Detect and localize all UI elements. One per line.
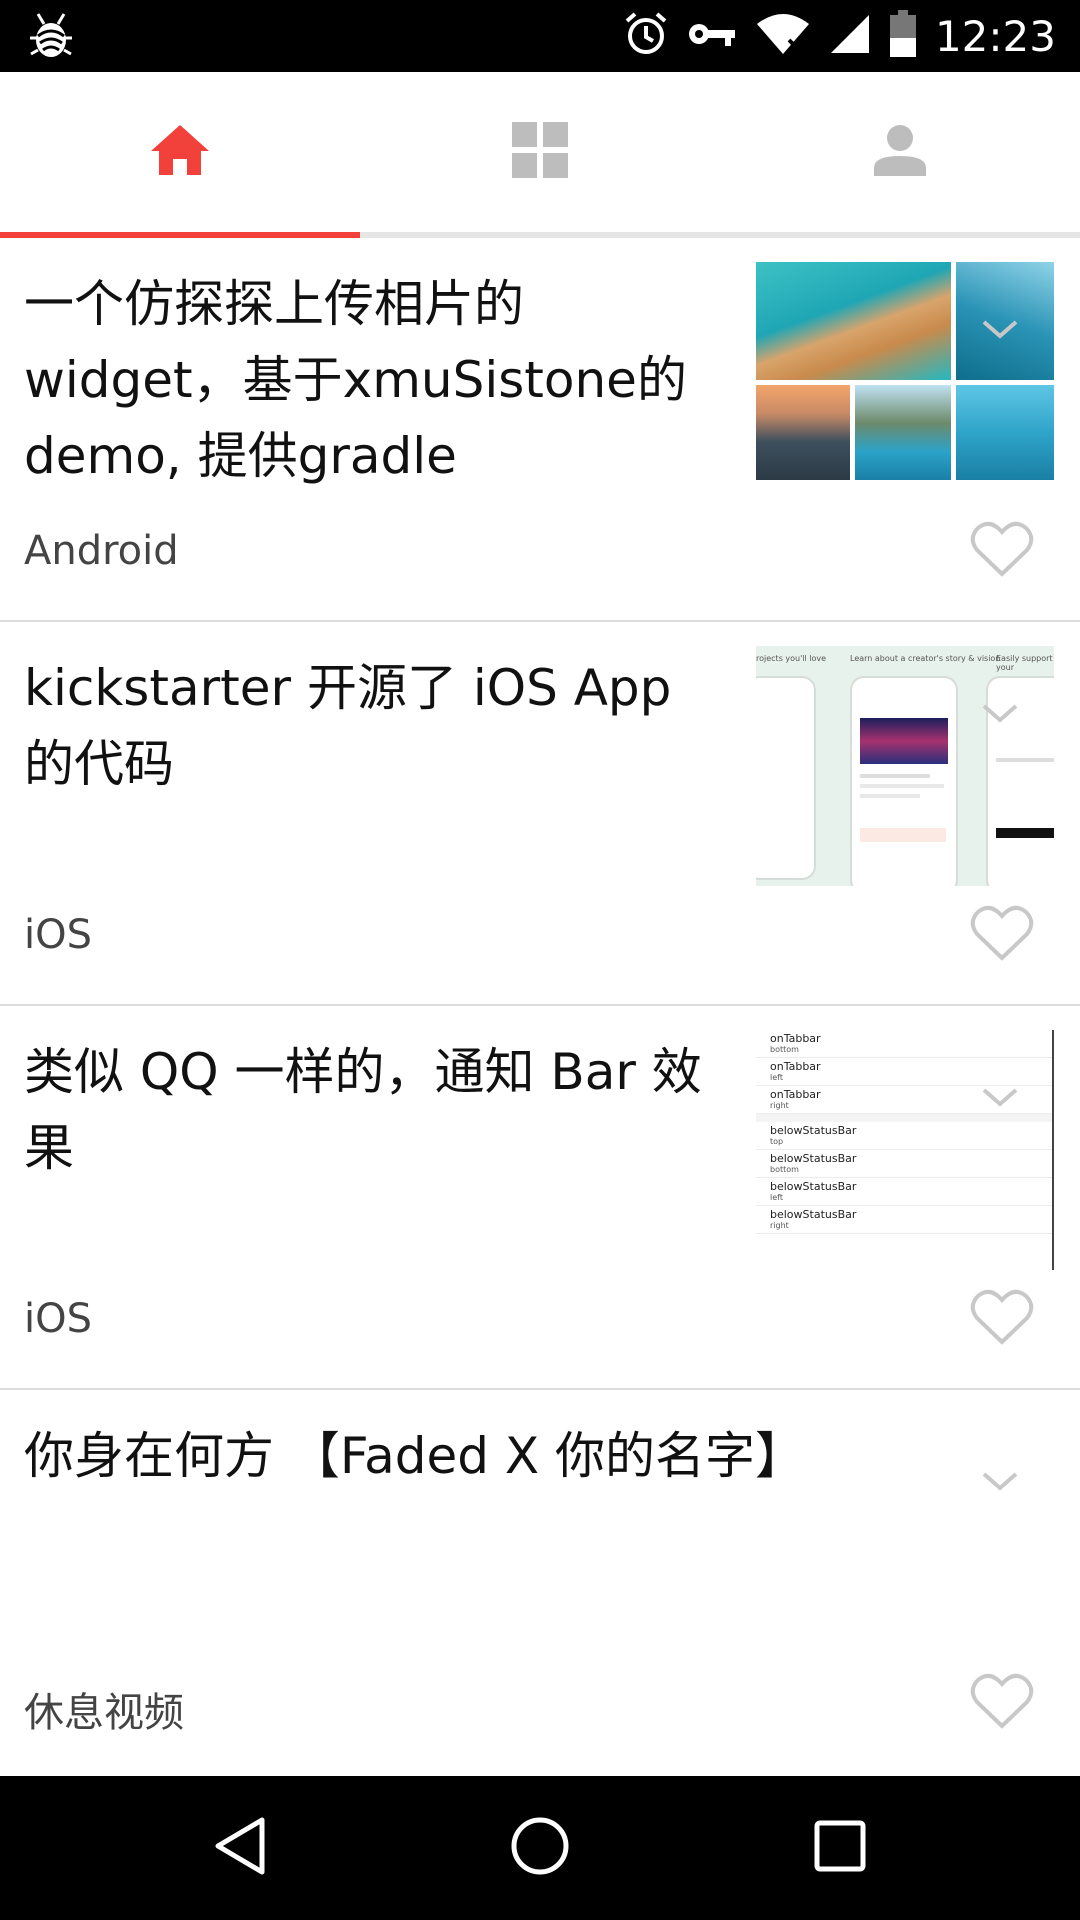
settings-row-label: belowStatusBar <box>770 1152 857 1165</box>
list-item[interactable]: kickstarter 开源了 iOS App 的代码 rojects you'… <box>0 622 1080 1006</box>
item-thumbnail[interactable]: rojects you'll love Learn about a creato… <box>756 646 1054 886</box>
recents-icon <box>814 1820 866 1876</box>
chevron-down-icon[interactable] <box>980 702 1020 730</box>
settings-row-label: onTabbar <box>770 1032 821 1045</box>
item-category: iOS <box>24 912 92 958</box>
chevron-down-icon[interactable] <box>980 318 1020 346</box>
item-title[interactable]: 类似 QQ 一样的，通知 Bar 效果 <box>24 1034 724 1186</box>
item-title[interactable]: kickstarter 开源了 iOS App 的代码 <box>24 650 724 802</box>
settings-row-sub: right <box>770 1221 789 1230</box>
screen-caption: Easily support your <box>996 654 1053 672</box>
settings-row-sub: left <box>770 1193 783 1202</box>
gallery-photo <box>756 385 850 480</box>
heart-icon[interactable] <box>970 1288 1034 1350</box>
settings-row-label: onTabbar <box>770 1060 821 1073</box>
vpn-key-icon <box>687 16 737 56</box>
battery-icon <box>889 10 917 62</box>
item-category: iOS <box>24 1296 92 1342</box>
recents-button[interactable] <box>770 1776 910 1920</box>
settings-row-sub: bottom <box>770 1045 799 1054</box>
tab-categories[interactable] <box>360 72 720 232</box>
list-item[interactable]: 一个仿探探上传相片的widget，基于xmuSistone的demo, 提供gr… <box>0 238 1080 622</box>
tab-bar <box>0 72 1080 238</box>
settings-row-sub: left <box>770 1073 783 1082</box>
chevron-down-icon[interactable] <box>980 1086 1020 1114</box>
grid-icon <box>512 122 568 182</box>
home-button[interactable] <box>470 1776 610 1920</box>
item-category: Android <box>24 528 179 574</box>
back-button[interactable] <box>170 1776 310 1920</box>
photo-gallery-image <box>756 262 1054 480</box>
home-icon <box>149 123 211 181</box>
list-item[interactable]: 类似 QQ 一样的，通知 Bar 效果 onTabbar bottom onTab… <box>0 1006 1080 1390</box>
alarm-icon <box>623 11 669 61</box>
settings-row-sub: bottom <box>770 1165 799 1174</box>
signal-icon <box>829 13 871 59</box>
settings-row-sub: top <box>770 1137 784 1146</box>
heart-icon[interactable] <box>970 904 1034 966</box>
feed-list[interactable]: 一个仿探探上传相片的widget，基于xmuSistone的demo, 提供gr… <box>0 238 1080 1774</box>
screen-caption: Learn about a creator's story & vision <box>850 654 1001 663</box>
tab-profile[interactable] <box>720 72 1080 232</box>
settings-row-label: belowStatusBar <box>770 1180 857 1193</box>
settings-list-image: onTabbar bottom onTabbar left onTabbar righ… <box>756 1030 1054 1270</box>
item-thumbnail[interactable] <box>756 262 1054 502</box>
status-time: 12:23 <box>934 11 1056 61</box>
heart-icon[interactable] <box>970 1672 1034 1734</box>
settings-row-label: belowStatusBar <box>770 1208 857 1221</box>
item-thumbnail[interactable]: onTabbar bottom onTabbar left onTabbar righ… <box>756 1030 1054 1270</box>
list-item[interactable]: 你身在何方 【Faded X 你的名字】 休息视频 <box>0 1390 1080 1774</box>
screen-caption: rojects you'll love <box>756 654 827 663</box>
item-title[interactable]: 你身在何方 【Faded X 你的名字】 <box>24 1418 924 1494</box>
back-icon <box>212 1816 268 1880</box>
tab-home[interactable] <box>0 72 360 232</box>
gallery-photo <box>855 385 951 480</box>
chevron-down-icon[interactable] <box>980 1470 1020 1498</box>
person-icon <box>874 124 926 180</box>
gallery-photo <box>756 262 951 380</box>
item-category: 休息视频 <box>24 1690 184 1736</box>
settings-row-label: belowStatusBar <box>770 1124 857 1137</box>
home-circle-icon <box>510 1816 570 1880</box>
status-bar: 12:23 <box>0 0 1080 72</box>
debug-bug-icon <box>28 10 74 66</box>
app-screens-image: rojects you'll love Learn about a creato… <box>756 646 1054 886</box>
navigation-bar <box>0 1776 1080 1920</box>
item-title[interactable]: 一个仿探探上传相片的widget，基于xmuSistone的demo, 提供gr… <box>24 266 724 494</box>
heart-icon[interactable] <box>970 520 1034 582</box>
wifi-icon <box>755 12 811 60</box>
gallery-photo <box>956 385 1054 480</box>
